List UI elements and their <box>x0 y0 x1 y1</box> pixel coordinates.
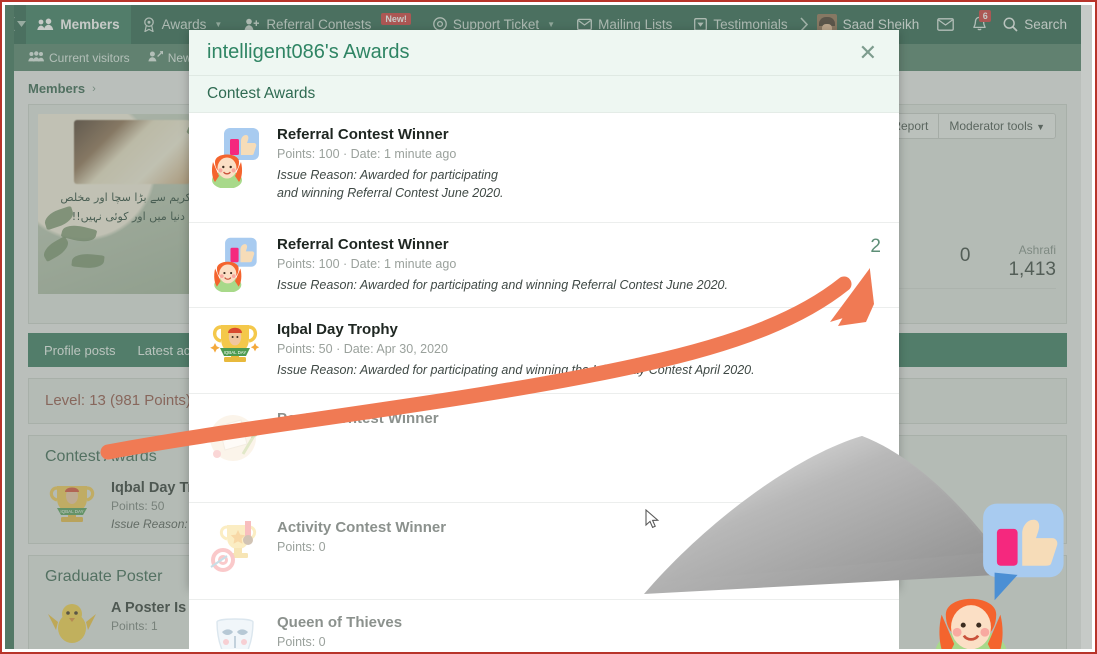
caret-down-icon: ▼ <box>1036 122 1045 132</box>
award-text-block: Referral Contest Winner Points: 100 · Da… <box>277 236 844 294</box>
award-list-item[interactable]: Poetry Contest Winner <box>189 394 899 503</box>
tab-profile-posts[interactable]: Profile posts <box>44 343 116 358</box>
new-badge: New! <box>381 13 411 25</box>
nav-tab-members[interactable]: Members <box>26 4 131 44</box>
stat-item: 0 <box>960 243 971 281</box>
testimonial-icon <box>694 17 708 31</box>
award-meta: Points: 50 · Date: Apr 30, 2020 <box>277 342 448 357</box>
award-meta: Points: 0 <box>277 634 326 649</box>
trophy-icon: IQBAL DAY <box>207 321 263 377</box>
modal-section-heading: Contest Awards <box>189 76 899 113</box>
award-reason: Issue Reason: Awarded for participating … <box>277 278 728 293</box>
mail-list-icon <box>577 18 593 31</box>
awards-list: Referral Contest Winner Points: 100 · Da… <box>189 113 899 650</box>
leaf-decoration <box>40 235 72 263</box>
left-edge-stripe <box>4 4 14 650</box>
right-edge-stripe <box>1081 4 1093 650</box>
nav-dropdown-caret[interactable] <box>17 4 27 44</box>
inbox-button[interactable] <box>929 4 961 44</box>
modal-header: intelligent086's Awards ✕ <box>189 30 899 76</box>
awards-modal: intelligent086's Awards ✕ Contest Awards <box>189 30 899 650</box>
award-list-item[interactable]: Referral Contest Winner Points: 100 · Da… <box>189 223 899 309</box>
award-list-item[interactable]: Queen of Thieves Points: 0 <box>189 600 899 650</box>
level-text: Level: 13 (981 Points) <box>45 392 191 409</box>
award-title: Referral Contest Winner <box>277 126 449 143</box>
award-title: Iqbal Day Trophy <box>277 321 398 339</box>
stat-item: Ashrafi 1,413 <box>1008 243 1056 281</box>
award-count: 2 <box>870 236 881 258</box>
stat-value: 1,413 <box>1008 259 1056 280</box>
subnav-item-current-visitors[interactable]: Current visitors <box>28 51 130 65</box>
stat-label: Ashrafi <box>1018 243 1056 257</box>
alerts-count-badge: 6 <box>979 10 992 22</box>
award-title: Referral Contest Winner <box>277 236 449 254</box>
stat-value: 0 <box>959 245 971 266</box>
award-meta: Points: 100 · Date: 1 minute ago <box>277 257 457 272</box>
mask-icon <box>207 614 263 650</box>
chevron-down-icon: ▼ <box>547 19 556 29</box>
close-icon[interactable]: ✕ <box>855 40 881 66</box>
thumbs-up-girl-icon <box>207 236 263 294</box>
search-label: Search <box>1024 16 1067 32</box>
target-trophy-icon <box>207 519 263 575</box>
subnav-item-label: Current visitors <box>49 50 130 65</box>
new-profile-posts-icon <box>148 50 163 65</box>
profile-stats: 0 Ashrafi 1,413 <box>960 243 1056 281</box>
thumbs-up-girl-icon <box>207 126 263 189</box>
envelope-icon <box>936 17 954 31</box>
modal-title: intelligent086's Awards <box>207 41 410 63</box>
visitors-icon <box>28 50 44 65</box>
award-reason: Issue Reason: Awarded for participating … <box>277 168 504 201</box>
nav-tab-label: Members <box>60 16 120 32</box>
breadcrumb-chevron-icon: › <box>92 82 96 95</box>
trophy-icon: IQBAL DAY <box>45 480 99 530</box>
award-text-block: Iqbal Day Trophy Points: 50 · Date: Apr … <box>277 321 855 379</box>
svg-text:IQBAL DAY: IQBAL DAY <box>60 509 83 514</box>
award-text-block: Queen of Thieves Points: 0 <box>277 614 855 649</box>
award-title: Poetry Contest Winner <box>277 409 439 427</box>
award-reason: Issue Reason: Awarded for participating … <box>277 363 755 378</box>
moderator-tools-button[interactable]: Moderator tools ▼ <box>939 114 1055 138</box>
award-meta: Points: 100 · Date: 1 minute ago <box>277 147 457 161</box>
search-icon <box>1003 17 1018 32</box>
award-list-item[interactable]: IQBAL DAY Iqbal Day Trophy Points: 50 · … <box>189 308 899 394</box>
moderator-tools-label: Moderator tools <box>949 119 1033 133</box>
award-text-block: Poetry Contest Winner <box>277 410 855 431</box>
award-title: Queen of Thieves <box>277 613 403 631</box>
lifering-icon <box>433 17 447 31</box>
profile-action-buttons: Report Moderator tools ▼ <box>881 113 1056 139</box>
award-medal-icon <box>142 16 156 32</box>
alerts-button[interactable]: 6 <box>963 4 995 44</box>
breadcrumb-label[interactable]: Members <box>28 81 85 96</box>
award-title: Activity Contest Winner <box>277 518 447 536</box>
user-plus-icon <box>244 18 260 31</box>
award-text-block: Referral Contest Winner Points: 100 · Da… <box>277 126 855 202</box>
banner-photo <box>74 120 190 184</box>
award-list-item[interactable]: Referral Contest Winner Points: 100 · Da… <box>189 113 899 224</box>
leaf-decoration <box>71 252 105 270</box>
app-page: Members Awards ▼ Referral Contests New! <box>4 4 1093 650</box>
svg-text:IQBAL DAY: IQBAL DAY <box>224 350 247 355</box>
award-text-block: Activity Contest Winner Points: 0 <box>277 519 855 554</box>
chevron-down-icon: ▼ <box>214 19 223 29</box>
caret-down-icon <box>17 21 27 27</box>
chick-icon <box>45 600 99 650</box>
search-button[interactable]: Search <box>997 17 1077 32</box>
members-icon <box>37 18 54 31</box>
poetry-scroll-icon <box>207 410 263 466</box>
award-meta: Points: 0 <box>277 539 326 554</box>
award-list-item[interactable]: Activity Contest Winner Points: 0 <box>189 503 899 600</box>
screenshot-root: Members Awards ▼ Referral Contests New! <box>0 0 1097 654</box>
